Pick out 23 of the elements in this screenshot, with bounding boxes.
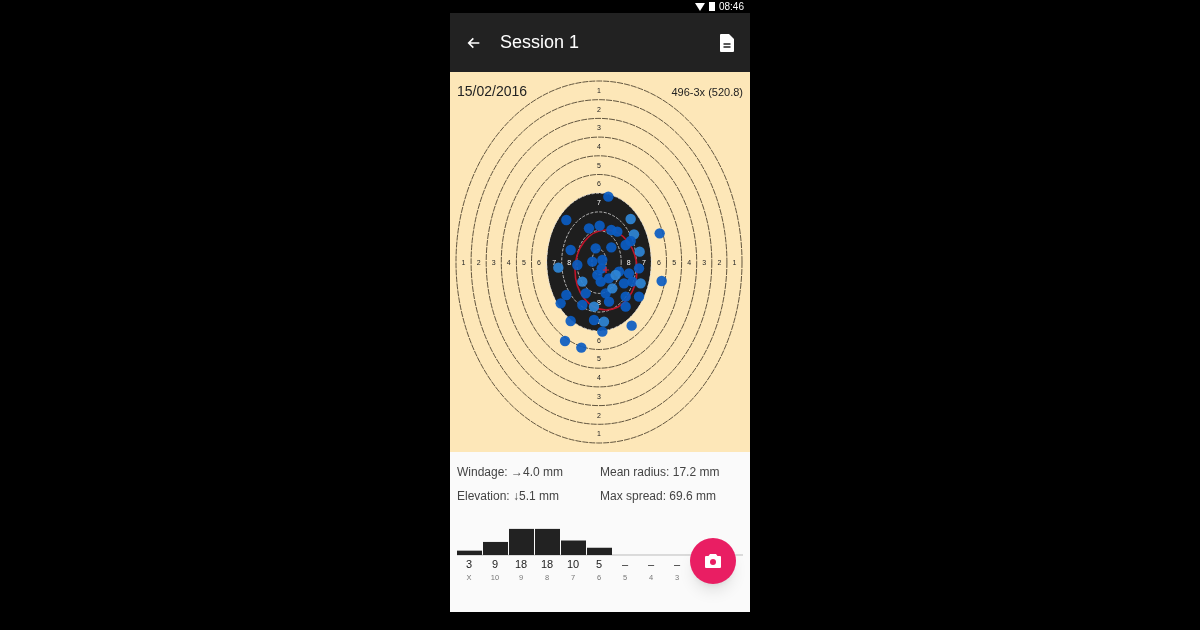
wifi-icon: [694, 2, 705, 11]
screen-title: Session 1: [500, 31, 580, 54]
camera-icon: [705, 554, 721, 568]
count-label: 10: [566, 558, 580, 570]
camera-button[interactable]: [690, 538, 736, 584]
count-label: –: [621, 558, 629, 570]
stat-text: Max spread: 69.6 mm: [600, 488, 718, 504]
clock-text: 08:46: [718, 1, 744, 12]
count-label: 18: [540, 558, 554, 570]
count-label: 3: [465, 558, 473, 570]
count-label: 18: [514, 558, 528, 570]
count-label: –: [673, 558, 681, 570]
center-cross-icon: [602, 266, 610, 274]
count-label: –: [647, 558, 655, 570]
stat-text: Mean radius: 17.2 mm: [600, 464, 721, 480]
document-icon[interactable]: [720, 33, 734, 52]
count-label: 5: [595, 558, 603, 570]
battery-icon: [708, 2, 715, 11]
stat-text: Elevation: ↓5.1 mm: [457, 488, 561, 504]
score-text: 496-3x (520.8): [671, 87, 743, 98]
stat-text: Windage: →4.0 mm: [457, 464, 565, 480]
count-label: 9: [491, 558, 499, 570]
session-date: 15/02/2016: [457, 84, 528, 98]
